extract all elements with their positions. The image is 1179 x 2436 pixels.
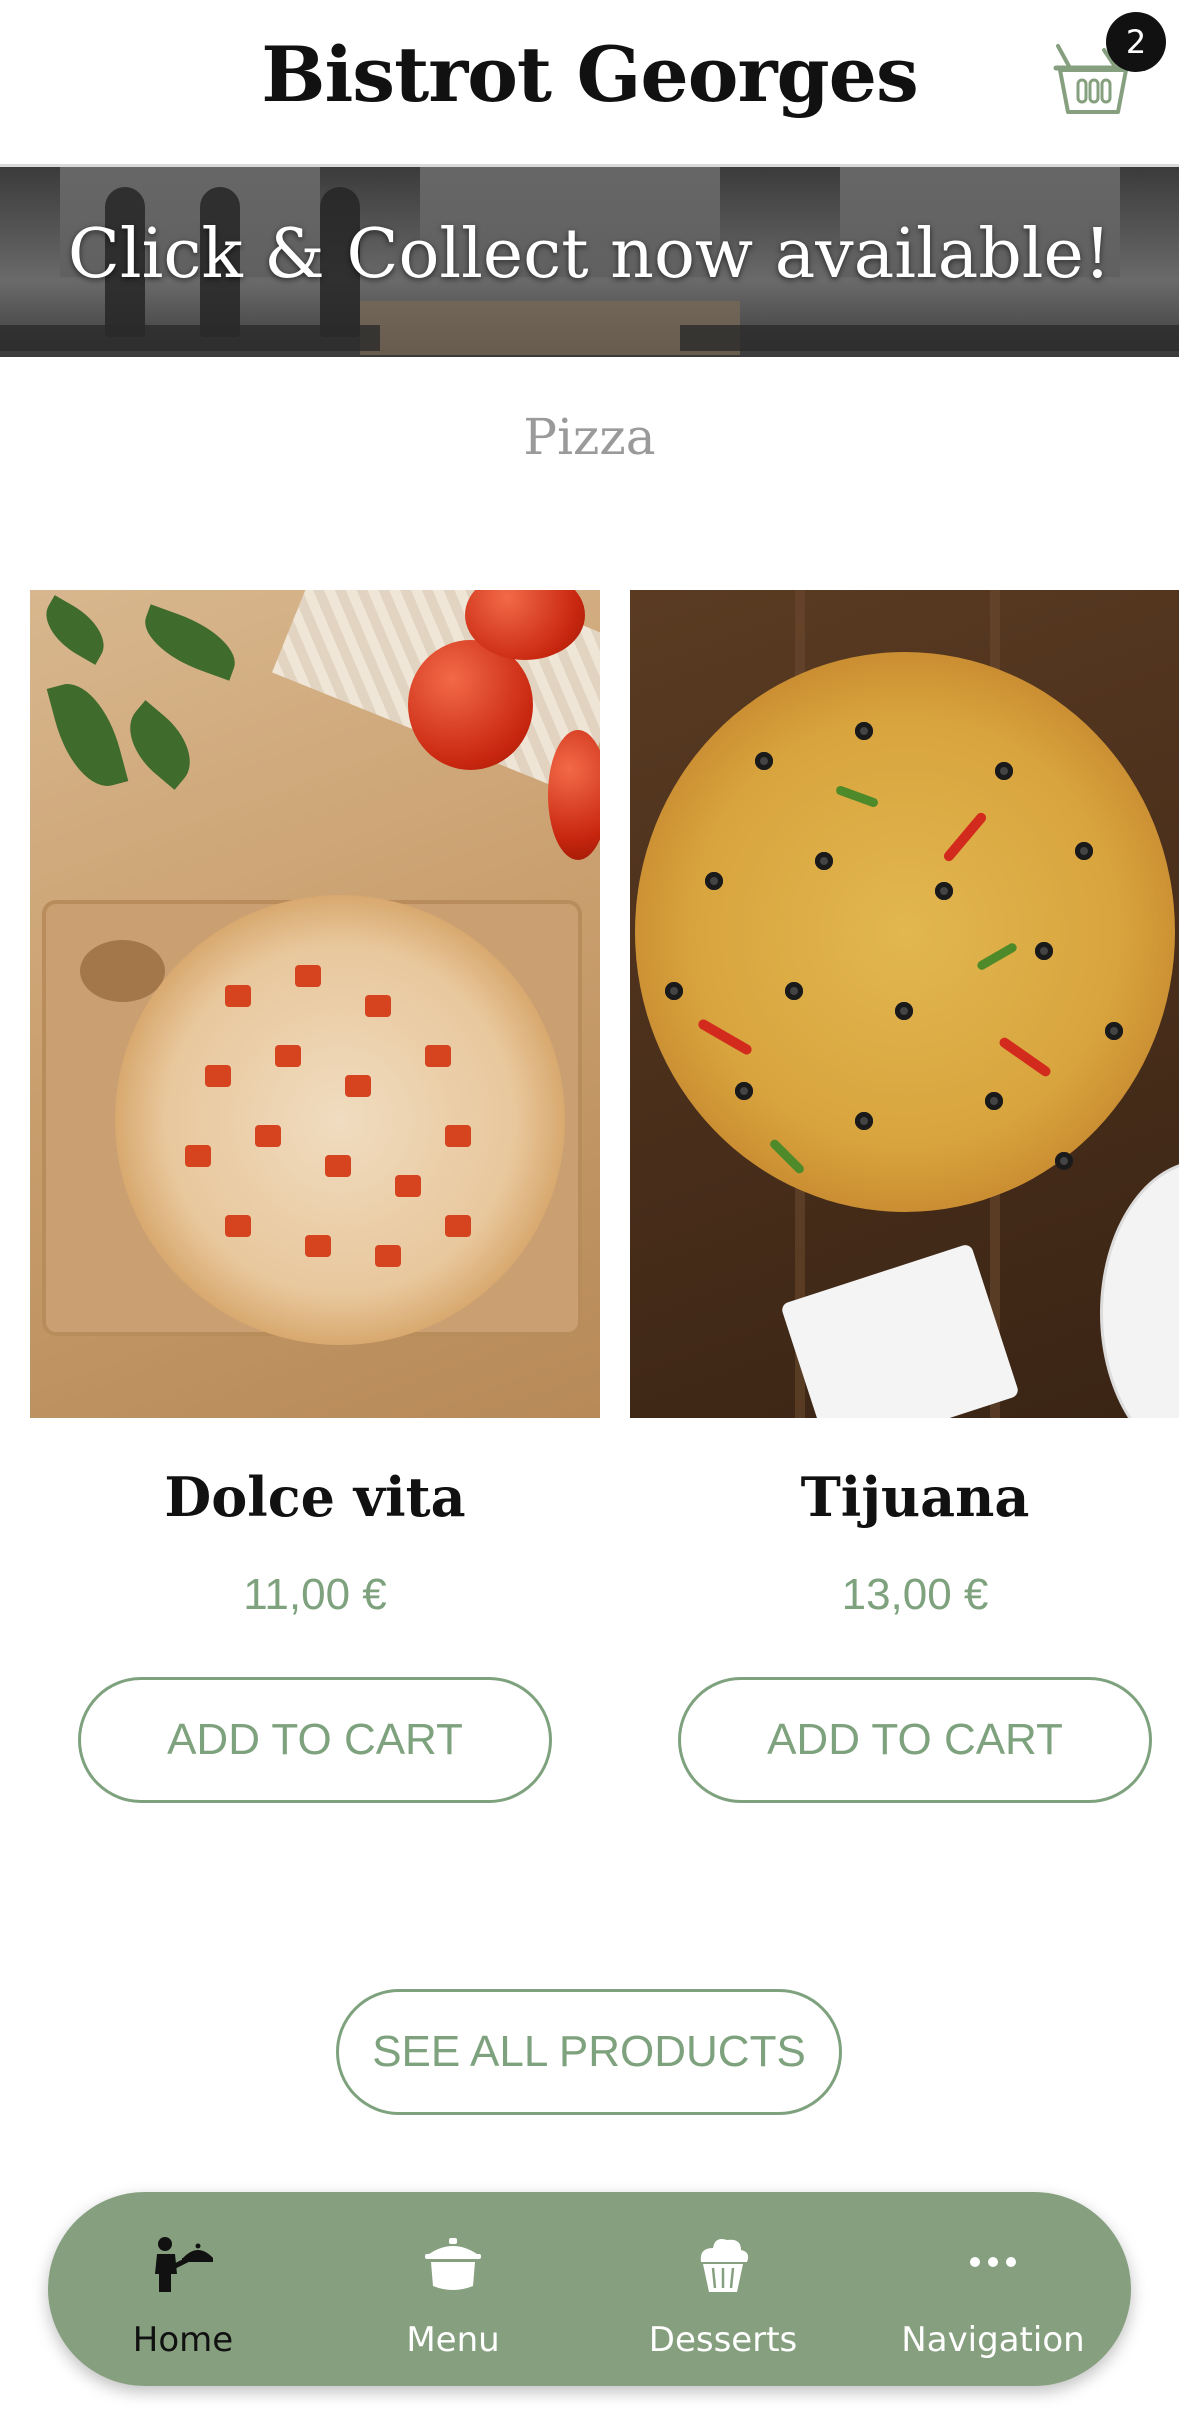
section-title: Pizza [523,408,656,466]
nav-item-navigation[interactable]: Navigation [858,2192,1128,2386]
product-name: Dolce vita [164,1465,466,1529]
product-image-tijuana[interactable] [630,590,1179,1418]
nav-label: Desserts [648,2320,798,2360]
nav-item-home[interactable]: Home [48,2192,318,2386]
product-image-dolce-vita[interactable] [30,590,600,1418]
product-price: 11,00 € [243,1570,387,1619]
nav-label: Navigation [901,2320,1085,2360]
nav-item-menu[interactable]: Menu [318,2192,588,2386]
more-icon [970,2257,1016,2267]
cupcake-icon [700,2239,749,2292]
product-price: 13,00 € [841,1570,989,1619]
product-name: Tijuana [800,1465,1030,1529]
nav-item-desserts[interactable]: Desserts [588,2192,858,2386]
app-header: Bistrot Georges 2 [0,0,1179,167]
nav-label: Home [132,2320,234,2360]
brand-title: Bistrot Georges [261,30,919,119]
nav-label: Menu [406,2320,500,2360]
pot-icon [425,2238,481,2290]
see-all-products-button[interactable]: SEE ALL PRODUCTS [336,1989,842,2115]
add-to-cart-button[interactable]: ADD TO CART [78,1677,552,1803]
cart-count-badge: 2 [1106,12,1166,72]
waiter-icon [155,2237,213,2292]
add-to-cart-button[interactable]: ADD TO CART [678,1677,1152,1803]
promo-banner[interactable]: Click & Collect now available! [0,167,1179,357]
bottom-navigation: Home Menu Desserts Navigation [48,2192,1131,2386]
banner-text: Click & Collect now available! [67,215,1112,294]
